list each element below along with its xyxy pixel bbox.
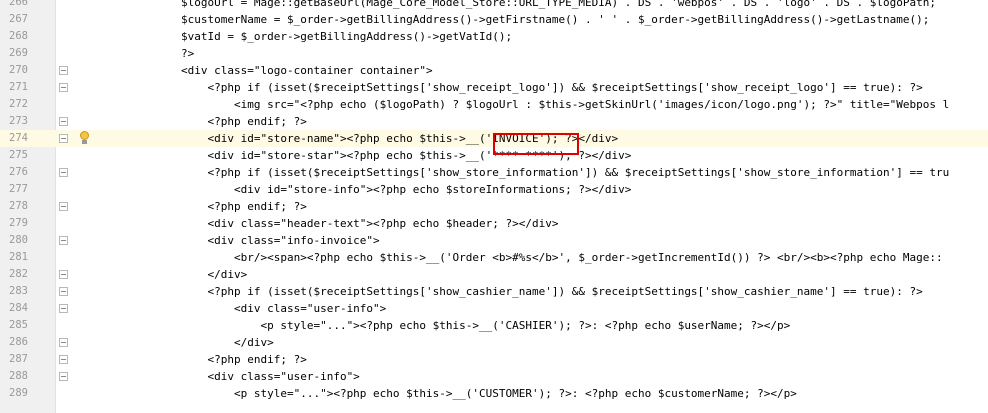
fold-toggle-icon[interactable] (59, 355, 68, 364)
code-line[interactable]: 284 <div class="user-info"> (0, 300, 988, 317)
line-number: 288 (9, 370, 28, 382)
line-number: 278 (9, 200, 28, 212)
code-text[interactable]: <p style="..."><?php echo $this->__('CAS… (181, 317, 790, 334)
code-text[interactable]: <div id="store-name"><?php echo $this->_… (181, 130, 618, 147)
code-text[interactable]: <br/><span><?php echo $this->__('Order <… (181, 249, 943, 266)
code-line[interactable]: 275 <div id="store-star"><?php echo $thi… (0, 147, 988, 164)
line-number: 285 (9, 319, 28, 331)
code-line[interactable]: 278 <?php endif; ?> (0, 198, 988, 215)
fold-toggle-icon[interactable] (59, 117, 68, 126)
code-line[interactable]: 285 <p style="..."><?php echo $this->__(… (0, 317, 988, 334)
code-text[interactable]: <p style="..."><?php echo $this->__('CUS… (181, 385, 797, 402)
code-line[interactable]: 288 <div class="user-info"> (0, 368, 988, 385)
line-number: 289 (9, 387, 28, 399)
fold-toggle-icon[interactable] (59, 304, 68, 313)
line-number: 271 (9, 81, 28, 93)
fold-toggle-icon[interactable] (59, 202, 68, 211)
code-text[interactable]: <div class="header-text"><?php echo $hea… (181, 215, 558, 232)
code-text[interactable]: </div> (181, 266, 247, 283)
code-text[interactable]: <?php if (isset($receiptSettings['show_c… (181, 283, 922, 300)
line-number: 272 (9, 98, 28, 110)
code-text[interactable]: <?php if (isset($receiptSettings['show_r… (181, 79, 922, 96)
line-number: 275 (9, 149, 28, 161)
lightbulb-icon[interactable] (78, 131, 91, 146)
code-text[interactable]: <div class="info-invoice"> (181, 232, 379, 249)
line-number: 269 (9, 47, 28, 59)
line-number: 270 (9, 64, 28, 76)
code-line[interactable]: 276 <?php if (isset($receiptSettings['sh… (0, 164, 988, 181)
line-number: 281 (9, 251, 28, 263)
fold-toggle-icon[interactable] (59, 270, 68, 279)
code-line[interactable]: 282 </div> (0, 266, 988, 283)
line-number: 279 (9, 217, 28, 229)
line-number: 273 (9, 115, 28, 127)
code-line[interactable]: 281 <br/><span><?php echo $this->__('Ord… (0, 249, 988, 266)
line-number: 276 (9, 166, 28, 178)
code-line[interactable]: 270 <div class="logo-container container"… (0, 62, 988, 79)
code-text[interactable]: <?php if (isset($receiptSettings['show_s… (181, 164, 949, 181)
line-number: 266 (9, 0, 28, 8)
code-text[interactable]: $vatId = $_order->getBillingAddress()->g… (181, 28, 512, 45)
code-text[interactable]: <div class="logo-container container"> (181, 62, 433, 79)
code-text[interactable]: </div> (181, 334, 274, 351)
code-line[interactable]: 279 <div class="header-text"><?php echo … (0, 215, 988, 232)
line-number: 284 (9, 302, 28, 314)
code-line[interactable]: 267 $customerName = $_order->getBillingAd… (0, 11, 988, 28)
code-text[interactable]: <?php endif; ?> (181, 351, 306, 368)
line-number: 286 (9, 336, 28, 348)
code-editor[interactable]: 266 $logoUrl = Mage::getBaseUrl(Mage_Core… (0, 0, 988, 413)
code-text[interactable]: <div class="user-info"> (181, 300, 386, 317)
code-text[interactable]: $customerName = $_order->getBillingAddre… (181, 11, 929, 28)
code-text[interactable]: <div id="store-star"><?php echo $this->_… (181, 147, 631, 164)
code-lines[interactable]: 266 $logoUrl = Mage::getBaseUrl(Mage_Core… (0, 0, 988, 402)
code-text[interactable]: ?> (181, 45, 194, 62)
code-line[interactable]: 287 <?php endif; ?> (0, 351, 988, 368)
code-text[interactable]: <div id="store-info"><?php echo $storeIn… (181, 181, 631, 198)
line-number: 274 (9, 132, 28, 144)
code-text[interactable]: <img src="<?php echo ($logoPath) ? $logo… (181, 96, 949, 113)
code-text[interactable]: $logoUrl = Mage::getBaseUrl(Mage_Core_Mo… (181, 0, 936, 11)
fold-toggle-icon[interactable] (59, 168, 68, 177)
code-line[interactable]: 283 <?php if (isset($receiptSettings['sh… (0, 283, 988, 300)
code-line[interactable]: 273 <?php endif; ?> (0, 113, 988, 130)
line-number: 277 (9, 183, 28, 195)
fold-toggle-icon[interactable] (59, 66, 68, 75)
code-text[interactable]: <div class="user-info"> (181, 368, 359, 385)
code-line[interactable]: 269 ?> (0, 45, 988, 62)
fold-toggle-icon[interactable] (59, 338, 68, 347)
code-text[interactable]: <?php endif; ?> (181, 198, 306, 215)
fold-toggle-icon[interactable] (59, 83, 68, 92)
code-line[interactable]: 268 $vatId = $_order->getBillingAddress()… (0, 28, 988, 45)
code-line[interactable]: 271 <?php if (isset($receiptSettings['sh… (0, 79, 988, 96)
code-line[interactable]: 277 <div id="store-info"><?php echo $sto… (0, 181, 988, 198)
fold-toggle-icon[interactable] (59, 134, 68, 143)
line-number: 283 (9, 285, 28, 297)
code-line[interactable]: 272 <img src="<?php echo ($logoPath) ? $… (0, 96, 988, 113)
fold-toggle-icon[interactable] (59, 236, 68, 245)
line-number: 280 (9, 234, 28, 246)
code-line[interactable]: 289 <p style="..."><?php echo $this->__(… (0, 385, 988, 402)
code-line[interactable]: 274 <div id="store-name"><?php echo $thi… (0, 130, 988, 147)
code-line[interactable]: 280 <div class="info-invoice"> (0, 232, 988, 249)
line-number: 287 (9, 353, 28, 365)
fold-toggle-icon[interactable] (59, 372, 68, 381)
fold-toggle-icon[interactable] (59, 287, 68, 296)
line-number: 282 (9, 268, 28, 280)
line-number: 268 (9, 30, 28, 42)
code-text[interactable]: <?php endif; ?> (181, 113, 306, 130)
code-line[interactable]: 266 $logoUrl = Mage::getBaseUrl(Mage_Core… (0, 0, 988, 11)
line-number: 267 (9, 13, 28, 25)
code-line[interactable]: 286 </div> (0, 334, 988, 351)
